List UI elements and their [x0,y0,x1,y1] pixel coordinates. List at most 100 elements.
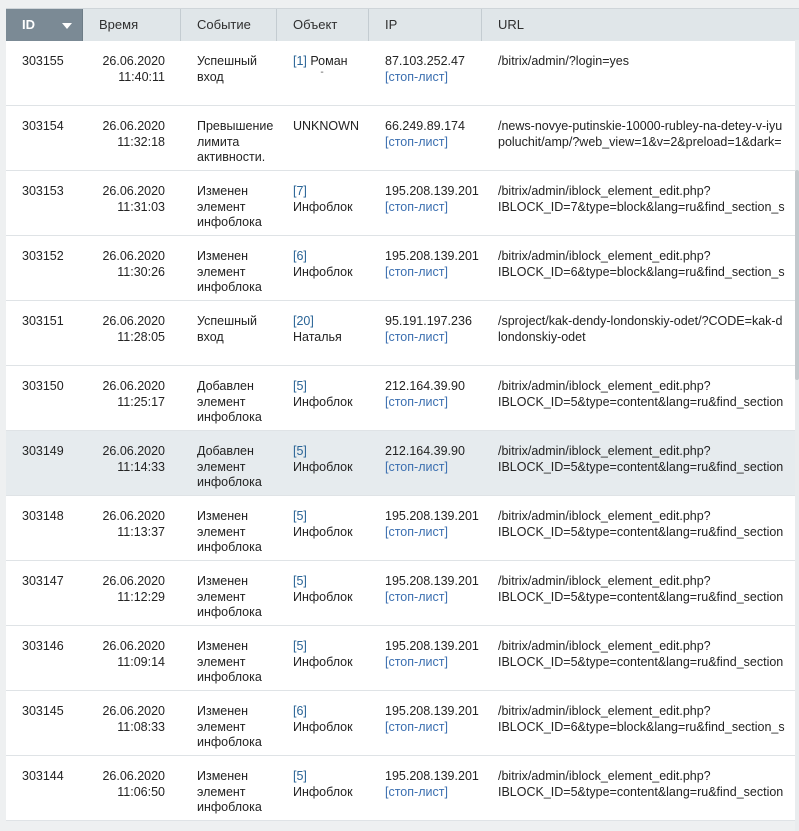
cell-time: 26.06.2020 11:06:50 [83,756,181,820]
cell-date-text: 26.06.2020 [102,769,165,783]
stoplist-link[interactable]: [стоп-лист] [385,330,482,346]
table-row[interactable]: 303155 26.06.2020 11:40:11 Успешный вход [1]… [6,41,799,106]
url-line-2: poluchit/amp/?web_view=1&v=2&preload=1&d… [498,134,782,149]
url-line-2: IBLOCK_ID=5&type=content&lang=ru&find_se… [498,654,784,669]
stoplist-link[interactable]: [стоп-лист] [385,395,482,411]
cell-event: Успешный вход [197,54,257,84]
url-line-2: IBLOCK_ID=5&type=content&lang=ru&find_se… [498,394,784,409]
table-row[interactable]: 303152 26.06.2020 11:30:26 Изменен элемент … [6,236,799,301]
table-row[interactable]: 303146 26.06.2020 11:09:14 Изменен элемент … [6,626,799,691]
stoplist-link[interactable]: [стоп-лист] [385,525,482,541]
cell-object: [20] Наталья [277,301,369,365]
table-row[interactable]: 303149 26.06.2020 11:14:33 Добавлен элемент… [6,431,799,496]
cell-url: /bitrix/admin/iblock_element_edit.php? IB… [482,171,799,235]
table-row[interactable]: 303147 26.06.2020 11:12:29 Изменен элемент … [6,561,799,626]
column-header-time-label: Время [99,17,139,32]
cell-date-text: 26.06.2020 [102,444,165,458]
cell-id: 303149 [22,444,64,458]
scrollbar-thumb[interactable] [795,170,799,380]
stoplist-link[interactable]: [стоп-лист] [385,655,482,671]
vertical-scrollbar[interactable] [795,40,799,831]
column-header-id[interactable]: ID [6,9,83,41]
object-name: Роман [310,54,348,68]
cell-object: [6] Инфоблок [277,691,369,755]
table-row[interactable]: 303154 26.06.2020 11:32:18 Превышение лимит… [6,106,799,171]
url-line-1: /bitrix/admin/iblock_element_edit.php? [498,444,711,458]
object-name: Инфоблок [293,654,353,669]
object-link[interactable]: [5] [293,769,307,783]
stoplist-link[interactable]: [стоп-лист] [385,785,482,801]
cell-event: Добавлен элемент инфоблока [197,379,262,424]
cell-url: /bitrix/admin/?login=yes [482,41,799,105]
cell-event: Изменен элемент инфоблока [197,769,262,814]
stoplist-link[interactable]: [стоп-лист] [385,135,482,151]
object-name: Наталья [293,329,342,344]
object-link[interactable]: [5] [293,379,307,393]
cell-object: [5] Инфоблок [277,561,369,625]
cell-id: 303151 [22,314,64,328]
table-row[interactable]: 303151 26.06.2020 11:28:05 Успешный вход [20… [6,301,799,366]
object-link[interactable]: [7] [293,184,307,198]
object-link[interactable]: [6] [293,249,307,263]
cell-id: 303148 [22,509,64,523]
url-line-1: /bitrix/admin/iblock_element_edit.php? [498,249,711,263]
stoplist-link[interactable]: [стоп-лист] [385,265,482,281]
column-header-ip[interactable]: IP [369,9,482,41]
object-link[interactable]: [20] [293,314,314,328]
column-header-url[interactable]: URL [482,9,799,41]
cell-time-text: 11:12:29 [117,589,165,604]
stoplist-link[interactable]: [стоп-лист] [385,460,482,476]
cell-time: 26.06.2020 11:31:03 [83,171,181,235]
cell-url: /bitrix/admin/iblock_element_edit.php? IB… [482,561,799,625]
cell-id: 303153 [22,184,64,198]
cell-ip: 212.164.39.90 [стоп-лист] [369,431,482,495]
table-row[interactable]: 303144 26.06.2020 11:06:50 Изменен элемент … [6,756,799,821]
table-body: 303155 26.06.2020 11:40:11 Успешный вход [1]… [6,41,799,821]
object-link[interactable]: [5] [293,639,307,653]
table-row[interactable]: 303150 26.06.2020 11:25:17 Добавлен элемент… [6,366,799,431]
cell-object: [7] Инфоблок [277,171,369,235]
table-row[interactable]: 303148 26.06.2020 11:13:37 Изменен элемент … [6,496,799,561]
cell-object: [5] Инфоблок [277,756,369,820]
sort-desc-icon[interactable] [62,23,72,29]
url-line-2: IBLOCK_ID=5&type=content&lang=ru&find_se… [498,589,784,604]
ip-address: 195.208.139.201 [385,509,479,523]
url-line-1: /news-novye-putinskie-10000-rubley-na-de… [498,119,783,133]
table-row[interactable]: 303153 26.06.2020 11:31:03 Изменен элемент … [6,171,799,236]
object-link[interactable]: [5] [293,574,307,588]
url-line-1: /bitrix/admin/?login=yes [498,54,629,68]
stoplist-link[interactable]: [стоп-лист] [385,720,482,736]
cell-time: 26.06.2020 11:28:05 [83,301,181,365]
cell-id: 303145 [22,704,64,718]
cell-id: 303154 [22,119,64,133]
cell-ip: 195.208.139.201 [стоп-лист] [369,691,482,755]
stoplist-link[interactable]: [стоп-лист] [385,70,482,86]
object-link[interactable]: [5] [293,444,307,458]
table-row[interactable]: 303145 26.06.2020 11:08:33 Изменен элемент … [6,691,799,756]
column-header-event[interactable]: Событие [181,9,277,41]
cell-date-text: 26.06.2020 [102,249,165,263]
column-header-time[interactable]: Время [83,9,181,41]
cell-event: Изменен элемент инфоблока [197,509,262,554]
cell-event: Превышение лимита активности. [197,119,274,164]
column-header-id-label: ID [22,17,35,32]
url-line-1: /sproject/kak-dendy-londonskiy-odet/?COD… [498,314,783,328]
object-link[interactable]: [6] [293,704,307,718]
cell-ip: 195.208.139.201 [стоп-лист] [369,561,482,625]
cell-id: 303155 [22,54,64,68]
column-header-ip-label: IP [385,17,398,32]
cell-object: UNKNOWN [277,106,369,170]
url-line-1: /bitrix/admin/iblock_element_edit.php? [498,379,711,393]
stoplist-link[interactable]: [стоп-лист] [385,590,482,606]
column-header-url-label: URL [498,17,525,32]
url-line-2: IBLOCK_ID=5&type=content&lang=ru&find_se… [498,524,784,539]
stoplist-link[interactable]: [стоп-лист] [385,200,482,216]
cell-event: Изменен элемент инфоблока [197,574,262,619]
cell-url: /bitrix/admin/iblock_element_edit.php? IB… [482,691,799,755]
cell-id: 303144 [22,769,64,783]
cell-id: 303152 [22,249,64,263]
cell-url: /bitrix/admin/iblock_element_edit.php? IB… [482,756,799,820]
object-link[interactable]: [1] [293,54,307,68]
object-link[interactable]: [5] [293,509,307,523]
column-header-object[interactable]: Объект [277,9,369,41]
